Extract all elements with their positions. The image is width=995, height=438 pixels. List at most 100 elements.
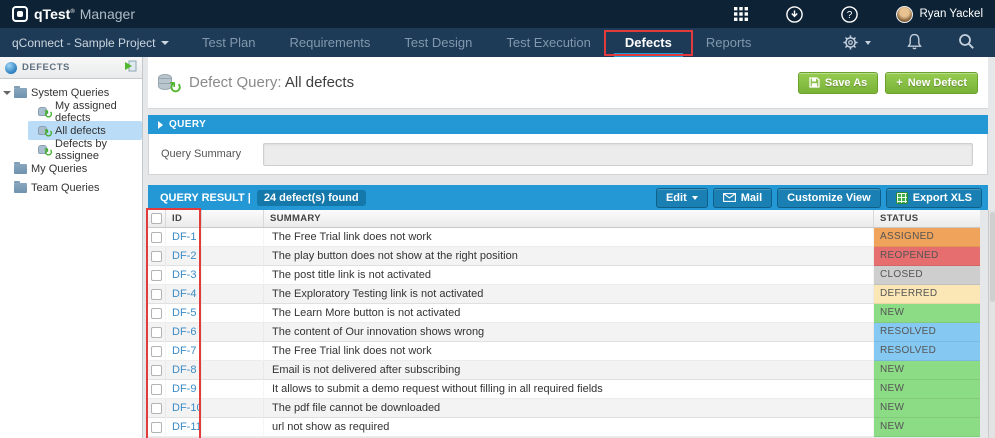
notifications-bell-icon[interactable] <box>907 33 922 53</box>
query-summary-input[interactable] <box>263 142 973 166</box>
collapse-panel-icon[interactable] <box>123 60 137 75</box>
defect-id-link[interactable]: DF-9 <box>166 383 196 395</box>
main-content: ↻ Defect Query: All defects Save As + Ne… <box>146 57 995 438</box>
column-header-summary[interactable]: SUMMARY <box>264 210 874 227</box>
query-icon: ↻ <box>38 125 53 139</box>
status-badge: RESOLVED <box>874 342 980 361</box>
export-xls-button[interactable]: Export XLS <box>885 187 982 208</box>
search-icon[interactable] <box>958 33 975 53</box>
query-section-label: QUERY <box>169 119 207 130</box>
defect-row[interactable]: DF-11 url not show as required NEW <box>148 418 980 437</box>
trademark: ® <box>70 9 75 16</box>
query-icon: ↻ <box>38 144 53 158</box>
status-badge: NEW <box>874 304 980 323</box>
defect-summary: The pdf file cannot be downloaded <box>264 399 874 418</box>
defect-id-link[interactable]: DF-6 <box>166 326 196 338</box>
query-section-header[interactable]: QUERY <box>148 115 988 134</box>
page-title: Defect Query: All defects <box>189 74 355 91</box>
edit-button[interactable]: Edit <box>655 187 708 208</box>
defect-row[interactable]: DF-5 The Learn More button is not activat… <box>148 304 980 323</box>
spacer-cell <box>202 342 264 361</box>
expand-arrow-icon <box>158 120 163 129</box>
defect-id-link[interactable]: DF-5 <box>166 307 196 319</box>
sidebar-item-my-assigned-defects[interactable]: ↻ My assigned defects <box>0 100 142 124</box>
vertical-scrollbar[interactable] <box>988 210 995 438</box>
table-header-row: ID SUMMARY STATUS <box>148 210 980 228</box>
sidebar-item-my-queries[interactable]: My Queries <box>0 159 142 178</box>
defect-id-link[interactable]: DF-4 <box>166 288 196 300</box>
defect-row[interactable]: DF-2 The play button does not show at the… <box>148 247 980 266</box>
defect-checkbox[interactable] <box>151 383 162 395</box>
nav-item-reports[interactable]: Reports <box>689 28 769 57</box>
defect-id-link[interactable]: DF-8 <box>166 364 196 376</box>
defect-id-link[interactable]: DF-11 <box>166 421 201 433</box>
column-header-id[interactable]: ID <box>166 210 202 227</box>
defect-id-link[interactable]: DF-2 <box>166 250 196 262</box>
defect-summary: The play button does not show at the rig… <box>264 247 874 266</box>
defect-checkbox[interactable] <box>151 421 162 433</box>
plus-icon: + <box>896 76 903 89</box>
folder-icon <box>14 180 27 193</box>
title-panel: ↻ Defect Query: All defects Save As + Ne… <box>148 57 988 109</box>
defect-row[interactable]: DF-6 The content of Our innovation shows … <box>148 323 980 342</box>
nav-item-test-execution[interactable]: Test Execution <box>489 28 608 57</box>
sidebar-item-label: Defects by assignee <box>55 137 107 162</box>
download-icon[interactable] <box>785 5 803 23</box>
defect-id-link[interactable]: DF-7 <box>166 345 196 357</box>
defect-row[interactable]: DF-3 The post title link is not activated… <box>148 266 980 285</box>
nav-items: Test Plan Requirements Test Design Test Exe… <box>185 28 768 57</box>
user-avatar[interactable] <box>895 5 913 23</box>
defect-checkbox[interactable] <box>151 288 162 300</box>
defect-checkbox[interactable] <box>151 402 162 414</box>
defect-id-link[interactable]: DF-3 <box>166 269 196 281</box>
customize-view-button[interactable]: Customize View <box>777 187 881 208</box>
sidebar-item-label: System Queries <box>31 86 110 99</box>
column-header-status[interactable]: STATUS <box>874 210 980 227</box>
user-name: Ryan Yackel <box>919 8 984 20</box>
save-icon <box>809 77 820 88</box>
defect-row[interactable]: DF-8 Email is not delivered after subscri… <box>148 361 980 380</box>
nav-bar: qConnect - Sample Project Test Plan Requi… <box>0 28 995 57</box>
query-result-label: QUERY RESULT | <box>160 191 251 204</box>
defect-checkbox[interactable] <box>151 326 162 338</box>
svg-text:?: ? <box>846 10 852 21</box>
query-summary-label: Query Summary <box>161 148 242 160</box>
defect-row[interactable]: DF-9 It allows to submit a demo request w… <box>148 380 980 399</box>
defect-checkbox[interactable] <box>151 250 162 262</box>
defect-row[interactable]: DF-4 The Exploratory Testing link is not … <box>148 285 980 304</box>
chevron-down-icon <box>865 40 871 45</box>
nav-item-requirements[interactable]: Requirements <box>272 28 387 57</box>
save-as-button[interactable]: Save As <box>797 71 879 94</box>
customize-view-label: Customize View <box>787 191 871 204</box>
defect-checkbox[interactable] <box>151 364 162 376</box>
tree-expand-caret-icon[interactable] <box>3 90 11 95</box>
sidebar-item-label: My Queries <box>31 162 88 175</box>
mail-button[interactable]: Mail <box>712 187 773 208</box>
mail-label: Mail <box>740 191 763 204</box>
help-icon[interactable]: ? <box>840 5 858 23</box>
defect-id-link[interactable]: DF-10 <box>166 402 201 414</box>
project-selector[interactable]: qConnect - Sample Project <box>0 28 181 57</box>
new-defect-button[interactable]: + New Defect <box>885 71 978 94</box>
nav-item-test-design[interactable]: Test Design <box>387 28 489 57</box>
sidebar-item-team-queries[interactable]: Team Queries <box>0 178 142 197</box>
spacer-cell <box>202 228 264 247</box>
defect-id-link[interactable]: DF-1 <box>166 231 196 243</box>
status-badge: RESOLVED <box>874 323 980 342</box>
defect-row[interactable]: DF-7 The Free Trial link does not work RES… <box>148 342 980 361</box>
defect-checkbox[interactable] <box>151 269 162 281</box>
defect-summary: The content of Our innovation shows wron… <box>264 323 874 342</box>
select-all-checkbox[interactable] <box>151 213 162 224</box>
apps-grid-icon[interactable] <box>733 7 748 21</box>
defect-row[interactable]: DF-10 The pdf file cannot be downloaded NE… <box>148 399 980 418</box>
defect-checkbox[interactable] <box>151 345 162 357</box>
defect-row[interactable]: DF-1 The Free Trial link does not work ASS… <box>148 228 980 247</box>
nav-item-test-plan[interactable]: Test Plan <box>185 28 272 57</box>
user-menu[interactable]: Ryan Yackel <box>895 5 984 23</box>
settings-menu[interactable] <box>842 34 871 51</box>
nav-item-defects[interactable]: Defects <box>603 28 693 57</box>
defect-checkbox[interactable] <box>151 307 162 319</box>
defect-checkbox[interactable] <box>151 231 162 243</box>
sidebar-item-defects-by-assignee[interactable]: ↻ Defects by assignee <box>0 137 142 162</box>
export-xls-label: Export XLS <box>912 191 972 204</box>
